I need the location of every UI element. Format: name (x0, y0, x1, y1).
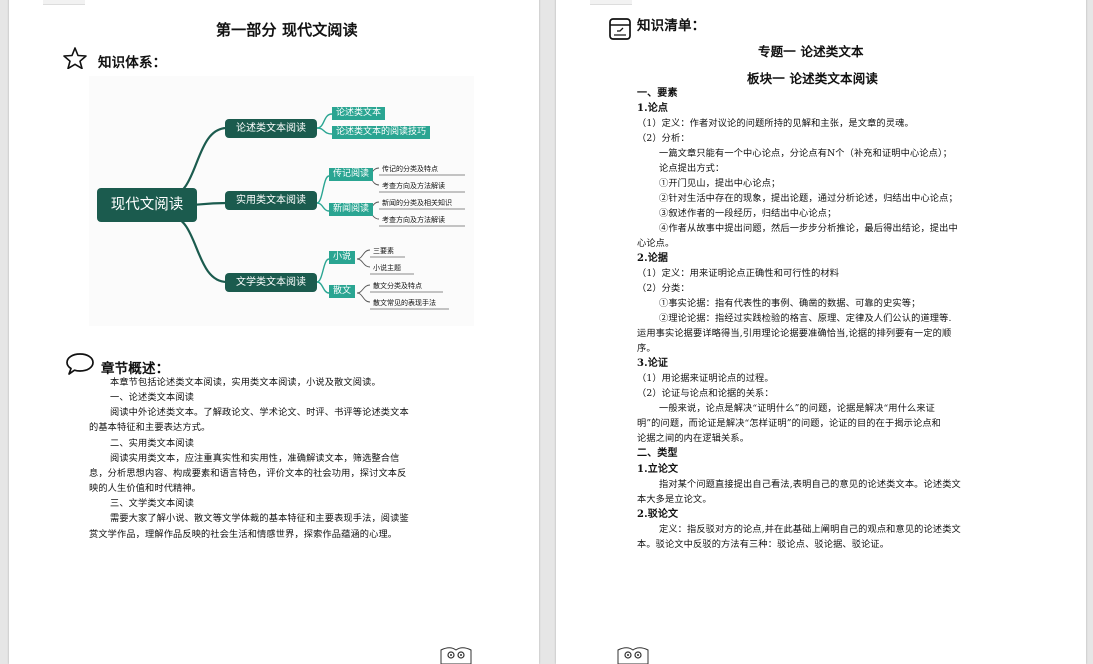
mindmap-leaf: 考查方向及方法解读 (382, 216, 445, 224)
content-line: （2）分析： (637, 133, 690, 144)
mindmap: 现代文阅读 论述类文本阅读 实用类文本阅读 文学类文本阅读 论述类文本 论述类文… (89, 76, 474, 326)
owl-book-icon (617, 647, 649, 664)
section-heading: 二、类型 (637, 448, 678, 459)
content-line: 本。驳论文中反驳的方法有三种：驳论点、驳论据、驳论证。 (637, 539, 890, 550)
overview-line: 赏文学作品，理解作品反映的社会生活和情感世界，探索作品蕴涵的心理。 (89, 529, 398, 540)
block-title: 板块一 论述类文本阅读 (747, 71, 879, 86)
content-line: 序。 (637, 343, 656, 354)
content-line: 心论点。 (637, 238, 675, 249)
part-title: 第一部分 现代文阅读 (216, 21, 358, 39)
overview-line: 需要大家了解小说、散文等文学体裁的基本特征和主要表现手法，阅读鉴 (110, 513, 409, 524)
mindmap-group-biography: 传记阅读 (329, 168, 374, 181)
content-line: （1）定义：用来证明论点正确性和可行性的材料 (637, 268, 840, 279)
page-left: 第一部分 现代文阅读 知识体系： 现代文阅读 论述类文本阅读 实用类文本阅读 文… (9, 0, 539, 664)
notebook-icon (609, 18, 631, 40)
owl-book-icon (440, 647, 472, 664)
mindmap-leaf: 新闻的分类及相关知识 (382, 199, 452, 207)
content-line: ②理论论据：指经过实践检验的格言、原理、定律及人们公认的道理等. (659, 313, 952, 324)
overview-line: 映的人生价值和时代精神。 (89, 483, 202, 494)
mindmap-leaf: 传记的分类及特点 (382, 165, 438, 173)
content-line: 定义：指反驳对方的论点,并在此基础上阐明自己的观点和意见的论述类文 (659, 524, 961, 535)
subsection-heading: 2.论据 (637, 253, 669, 264)
mindmap-branch-literary: 文学类文本阅读 (225, 273, 317, 292)
overview-line: 息，分析思想内容、构成要素和语言特色，评价文本的社会功用，探讨文本反 (89, 468, 407, 479)
content-line: 一篇文章只能有一个中心论点，分论点有N个（补充和证明中心论点）； (659, 148, 953, 159)
section-heading: 一、要素 (637, 88, 678, 99)
content-line: 指对某个问题直接提出自己看法,表明自己的意见的论述类文本。论述类文 (659, 479, 961, 490)
mindmap-item-argument-skills: 论述类文本的阅读技巧 (332, 126, 431, 139)
subsection-heading: 1.立论文 (637, 464, 679, 475)
mindmap-leaf: 考查方向及方法解读 (382, 182, 445, 190)
knowledge-system-heading: 知识体系： (98, 55, 167, 71)
mindmap-leaf: 散文分类及特点 (373, 282, 422, 290)
speech-bubble-icon (66, 353, 94, 375)
overview-line: 阅读中外论述类文本。了解政论文、学术论文、时评、书评等论述类文本 (110, 407, 409, 418)
overview-line: 一、论述类文本阅读 (110, 392, 195, 403)
chapter-overview-heading: 章节概述： (101, 361, 170, 377)
overview-line: 本章节包括论述类文本阅读，实用类文本阅读，小说及散文阅读。 (110, 377, 381, 388)
content-line: ①事实论据：指有代表性的事例、确凿的数据、可靠的史实等； (659, 298, 921, 309)
subsection-heading: 1.论点 (637, 103, 669, 114)
knowledge-checklist-heading: 知识清单： (637, 18, 706, 34)
content-line: 论据之间的内在逻辑关系。 (637, 433, 750, 444)
mindmap-group-prose: 散文 (329, 285, 356, 298)
topic-title: 专题一 论述类文本 (758, 44, 864, 59)
content-line: 一般来说，论点是解决“证明什么”的问题，论据是解决“用什么来证 (659, 403, 935, 414)
content-line: ①开门见山，提出中心论点； (659, 178, 781, 189)
overview-line: 三、文学类文本阅读 (110, 498, 195, 509)
header-decoration (43, 0, 85, 5)
overview-line: 二、实用类文本阅读 (110, 438, 195, 449)
content-line: ②针对生活中存在的现象，提出论题，通过分析论述，归结出中心论点； (659, 193, 958, 204)
mindmap-root: 现代文阅读 (97, 188, 197, 222)
mindmap-leaf: 三要素 (373, 247, 394, 255)
mindmap-leaf: 散文常见的表现手法 (373, 299, 436, 307)
content-line: 运用事实论据要详略得当,引用理论论据要准确恰当,论据的排列要有一定的顺 (637, 328, 952, 339)
mindmap-branch-practical: 实用类文本阅读 (225, 191, 317, 210)
content-line: 论点提出方式： (659, 163, 725, 174)
content-line: 本大多是立论文。 (637, 494, 712, 505)
overview-line: 阅读实用类文本，应注重真实性和实用性，准确解读文本，筛选整合信 (110, 453, 400, 464)
content-line: （1）用论据来证明论点的过程。 (637, 373, 774, 384)
mindmap-leaf: 小说主题 (373, 264, 401, 272)
subsection-heading: 3.论证 (637, 358, 669, 369)
star-icon (63, 47, 87, 69)
subsection-heading: 2.驳论文 (637, 509, 679, 520)
content-line: 明”的问题，而论证是解决“怎样证明”的问题，论证的目的在于揭示论点和 (637, 418, 942, 429)
content-line: （1）定义：作者对议论的问题所持的见解和主张，是文章的灵魂。 (637, 118, 914, 129)
content-line: ③叙述作者的一段经历，归结出中心论点； (659, 208, 837, 219)
mindmap-branch-argument: 论述类文本阅读 (225, 119, 317, 138)
mindmap-group-news: 新闻阅读 (329, 203, 374, 216)
mindmap-group-novel: 小说 (329, 251, 356, 264)
content-line: （2）论证与论点和论据的关系： (637, 388, 774, 399)
content-line: （2）分类： (637, 283, 690, 294)
overview-line: 的基本特征和主要表达方式。 (89, 422, 211, 433)
page-right: 知识清单： 专题一 论述类文本 板块一 论述类文本阅读 一、要素 1.论点 （1… (556, 0, 1086, 664)
header-decoration (590, 0, 632, 5)
content-line: ④作者从故事中提出问题，然后一步步分析推论，最后得出结论，提出中 (659, 223, 958, 234)
mindmap-item-argument-text: 论述类文本 (332, 107, 386, 120)
